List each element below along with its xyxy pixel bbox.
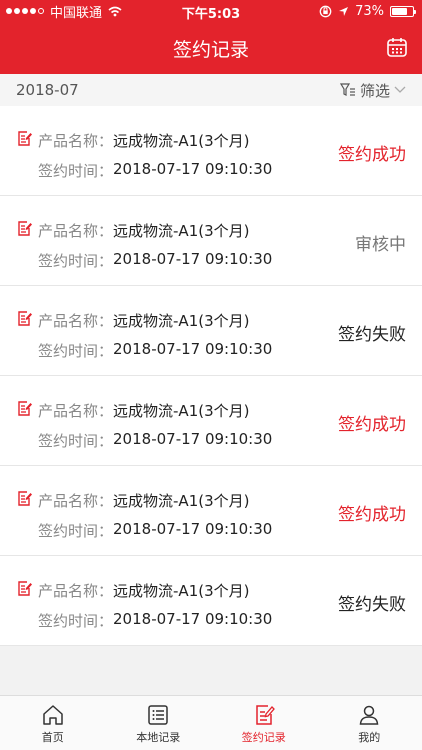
product-line: 产品名称： 远成物流-A1(3个月) [38,220,249,241]
time-line: 签约时间： 2018-07-17 09:10:30 [38,340,272,361]
filter-icon [339,83,355,96]
document-icon [18,221,32,236]
product-name: 远成物流-A1(3个月) [113,402,250,420]
tab-local-records[interactable]: 本地记录 [106,696,212,750]
sign-time: 2018-07-17 09:10:30 [113,340,273,358]
nav-bar: 签约记录 [0,22,422,74]
status-badge: 审核中 [355,235,406,255]
tab-label: 本地记录 [136,731,181,744]
product-name-label: 产品名称： [38,492,114,510]
edit-doc-icon [256,705,275,725]
sign-time-label: 签约时间： [38,432,114,450]
sign-time-label: 签约时间： [38,162,114,180]
home-icon [43,705,63,725]
battery-percent: 73% [355,3,384,19]
status-badge: 签约失败 [338,595,406,615]
header: 中国联通 73% 下午5:03 签约记录 [0,0,422,74]
battery-icon [390,5,416,17]
tab-home[interactable]: 首页 [0,696,106,750]
document-icon [18,581,32,596]
sign-time-label: 签约时间： [38,252,114,270]
tab-bar: 首页 本地记录 签约记录 我的 [0,695,422,750]
month-label[interactable]: 2018-07 [16,81,79,99]
list-icon [148,705,168,725]
time-line: 签约时间： 2018-07-17 09:10:30 [38,520,272,541]
sign-time-label: 签约时间： [38,612,114,630]
status-badge: 签约失败 [338,325,406,345]
document-icon [18,311,32,326]
sign-time: 2018-07-17 09:10:30 [113,610,273,628]
status-badge: 签约成功 [338,505,406,525]
chevron-down-icon [394,86,406,93]
wifi-icon [108,6,122,16]
status-bar: 中国联通 73% [0,0,422,22]
record-row[interactable]: 产品名称： 远成物流-A1(3个月) 签约时间： 2018-07-17 09:10:3… [0,466,422,556]
sign-time: 2018-07-17 09:10:30 [113,520,273,538]
product-name-label: 产品名称： [38,132,114,150]
tab-sign-records[interactable]: 签约记录 [211,696,317,750]
tab-label: 首页 [41,731,64,744]
filter-bar: 2018-07 筛选 [0,74,422,106]
product-line: 产品名称： 远成物流-A1(3个月) [38,580,249,601]
record-row[interactable]: 产品名称： 远成物流-A1(3个月) 签约时间： 2018-07-17 09:10:3… [0,286,422,376]
record-row[interactable]: 产品名称： 远成物流-A1(3个月) 签约时间： 2018-07-17 09:10:3… [0,556,422,646]
status-badge: 签约成功 [338,415,406,435]
product-name-label: 产品名称： [38,222,114,240]
time-line: 签约时间： 2018-07-17 09:10:30 [38,430,272,451]
filter-label: 筛选 [359,81,390,100]
document-icon [18,401,32,416]
filter-button[interactable]: 筛选 [339,80,406,101]
sign-time-label: 签约时间： [38,342,114,360]
sign-time: 2018-07-17 09:10:30 [113,250,273,268]
time-line: 签约时间： 2018-07-17 09:10:30 [38,250,272,271]
product-name: 远成物流-A1(3个月) [113,582,250,600]
sign-time: 2018-07-17 09:10:30 [113,430,273,448]
product-name: 远成物流-A1(3个月) [113,492,250,510]
tab-me[interactable]: 我的 [317,696,422,750]
product-name: 远成物流-A1(3个月) [113,132,250,150]
calendar-icon[interactable] [386,36,408,58]
signal-icon [6,8,44,14]
product-line: 产品名称： 远成物流-A1(3个月) [38,130,249,151]
document-icon [18,131,32,146]
record-row[interactable]: 产品名称： 远成物流-A1(3个月) 签约时间： 2018-07-17 09:10:3… [0,196,422,286]
user-icon [359,705,379,725]
product-line: 产品名称： 远成物流-A1(3个月) [38,400,249,421]
page-title: 签约记录 [172,38,249,61]
product-line: 产品名称： 远成物流-A1(3个月) [38,490,249,511]
carrier-label: 中国联通 [50,5,103,21]
record-row[interactable]: 产品名称： 远成物流-A1(3个月) 签约时间： 2018-07-17 09:10:3… [0,376,422,466]
tab-label: 签约记录 [241,731,286,744]
product-name-label: 产品名称： [38,402,114,420]
tab-label: 我的 [358,731,381,744]
product-name-label: 产品名称： [38,582,114,600]
document-icon [18,491,32,506]
record-row[interactable]: 产品名称： 远成物流-A1(3个月) 签约时间： 2018-07-17 09:10:3… [0,106,422,196]
product-name: 远成物流-A1(3个月) [113,312,250,330]
record-list: 产品名称： 远成物流-A1(3个月) 签约时间： 2018-07-17 09:10:3… [0,106,422,646]
product-line: 产品名称： 远成物流-A1(3个月) [38,310,249,331]
location-icon [339,6,349,16]
orientation-lock-icon [319,5,332,17]
product-name-label: 产品名称： [38,312,114,330]
status-badge: 签约成功 [338,145,406,165]
time-line: 签约时间： 2018-07-17 09:10:30 [38,610,272,631]
time-line: 签约时间： 2018-07-17 09:10:30 [38,160,272,181]
product-name: 远成物流-A1(3个月) [113,222,250,240]
sign-time-label: 签约时间： [38,522,114,540]
sign-time: 2018-07-17 09:10:30 [113,160,273,178]
